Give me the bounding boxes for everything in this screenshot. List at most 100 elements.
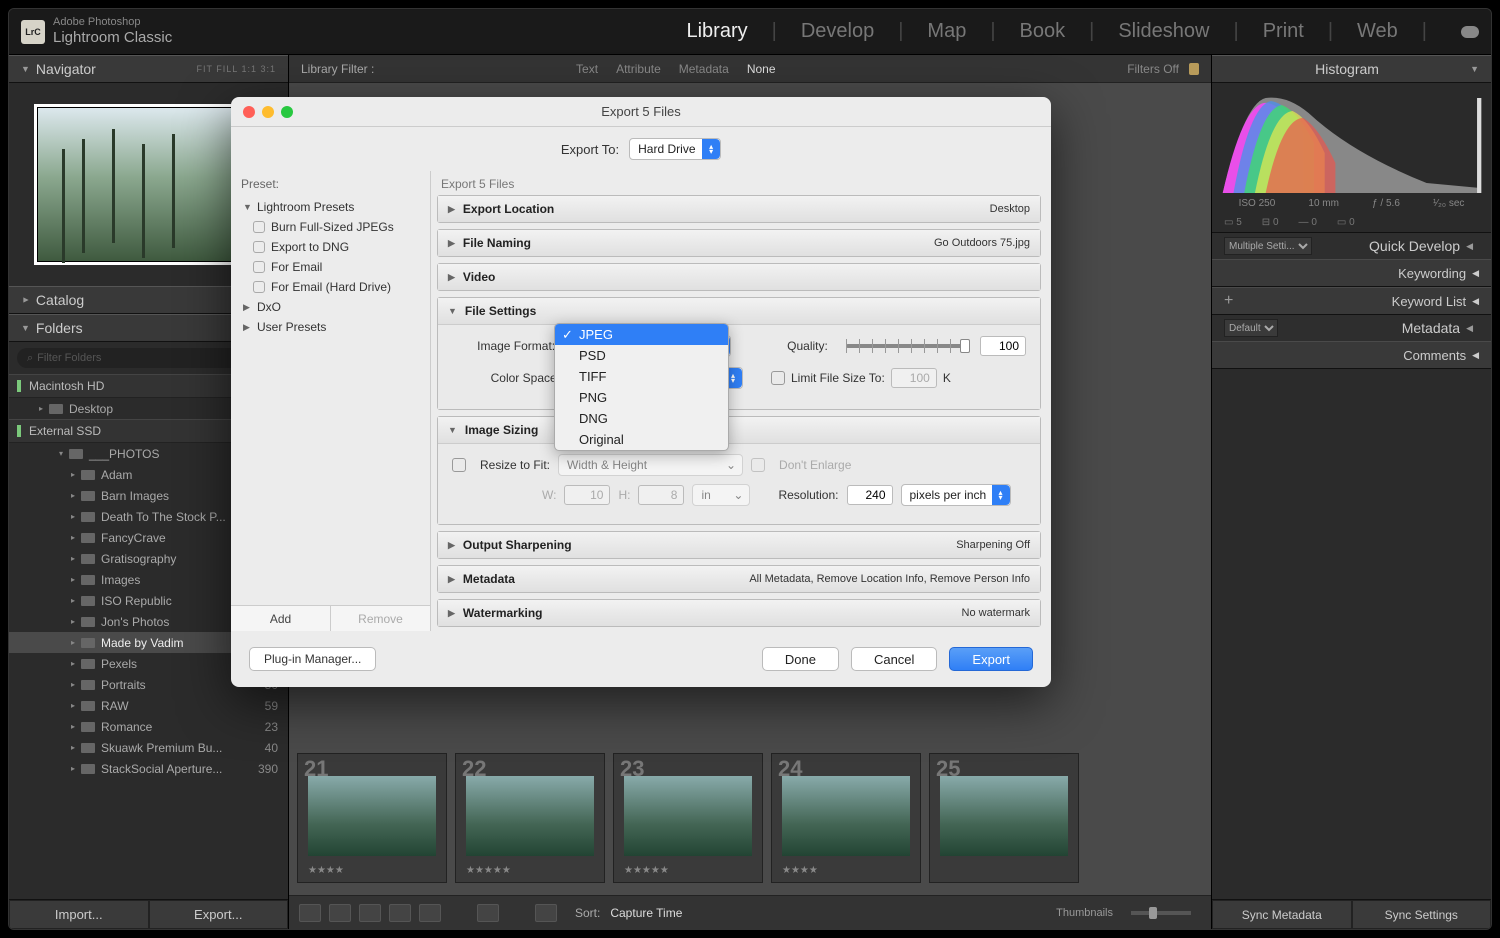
rating-stars[interactable]: ★★★★ <box>782 865 818 876</box>
keyword-list-header[interactable]: + Keyword List ◀ <box>1212 287 1491 315</box>
lock-icon[interactable] <box>1189 63 1199 75</box>
slider-knob[interactable] <box>960 339 970 353</box>
export-button[interactable]: Export... <box>149 900 289 929</box>
cancel-button[interactable]: Cancel <box>851 647 937 671</box>
export-button[interactable]: Export <box>949 647 1033 671</box>
dialog-title: Export 5 Files <box>231 104 1051 119</box>
preset-add-button[interactable]: Add <box>231 606 331 631</box>
section-header[interactable]: ▼ File Settings <box>438 298 1040 324</box>
preset-buttons: Add Remove <box>231 605 430 631</box>
sort-label: Sort: <box>575 906 600 920</box>
chevron-left-icon: ◀ <box>1472 350 1479 361</box>
sort-direction-icon[interactable] <box>535 904 557 922</box>
cloud-icon[interactable] <box>1461 26 1479 38</box>
quality-slider[interactable] <box>846 344 970 348</box>
module-library[interactable]: Library <box>686 20 747 43</box>
folder-row[interactable]: ▸Romance23 <box>9 716 288 737</box>
add-icon[interactable]: + <box>1224 292 1233 310</box>
checkbox-icon[interactable] <box>253 221 265 233</box>
dropdown-option[interactable]: JPEG <box>555 324 728 345</box>
chevron-left-icon[interactable]: ◀ <box>1466 241 1473 252</box>
module-slideshow[interactable]: Slideshow <box>1118 20 1209 43</box>
filters-off-menu[interactable]: Filters Off <box>1127 62 1179 76</box>
thumbnail-size-slider[interactable] <box>1131 911 1191 915</box>
navigator-header[interactable]: ▼ Navigator FIT FILL 1:1 3:1 <box>9 55 288 83</box>
section-header[interactable]: ▶ Video <box>438 264 1040 290</box>
module-map[interactable]: Map <box>927 20 966 43</box>
loupe-view-icon[interactable] <box>329 904 351 922</box>
sync-metadata-button[interactable]: Sync Metadata <box>1212 900 1352 929</box>
preset-group[interactable]: ▼Lightroom Presets <box>239 197 422 217</box>
section-header[interactable]: ▶ Export Location Desktop <box>438 196 1040 222</box>
export-to-select[interactable]: Hard Drive ▴▾ <box>629 138 721 160</box>
chevron-right-icon: ▸ <box>39 404 49 413</box>
sync-settings-button[interactable]: Sync Settings <box>1352 900 1492 929</box>
comments-header[interactable]: Comments ◀ <box>1212 341 1491 369</box>
filter-tab-metadata[interactable]: Metadata <box>679 62 729 76</box>
filter-tab-attribute[interactable]: Attribute <box>616 62 661 76</box>
survey-view-icon[interactable] <box>389 904 411 922</box>
done-button[interactable]: Done <box>762 647 839 671</box>
preset-item[interactable]: Burn Full-Sized JPEGs <box>239 217 422 237</box>
histogram-header[interactable]: Histogram ▼ <box>1212 55 1491 83</box>
image-sizing-body: Resize to Fit: Width & Height⌄ Don't Enl… <box>438 443 1040 524</box>
dropdown-option[interactable]: DNG <box>555 408 728 429</box>
checkbox-icon[interactable] <box>253 281 265 293</box>
preset-item[interactable]: For Email <box>239 257 422 277</box>
section-video: ▶ Video <box>437 263 1041 291</box>
preset-select[interactable]: Multiple Setti... <box>1224 237 1312 255</box>
plugin-manager-button[interactable]: Plug-in Manager... <box>249 647 376 671</box>
filter-tab-text[interactable]: Text <box>576 62 598 76</box>
dropdown-option[interactable]: Original <box>555 429 728 450</box>
compare-view-icon[interactable] <box>359 904 381 922</box>
grid-view-icon[interactable] <box>299 904 321 922</box>
rating-stars[interactable]: ★★★★★ <box>624 865 669 876</box>
people-view-icon[interactable] <box>419 904 441 922</box>
section-header[interactable]: ▶ Watermarking No watermark <box>438 600 1040 626</box>
resolution-input[interactable] <box>847 485 893 505</box>
section-header[interactable]: ▶ Output Sharpening Sharpening Off <box>438 532 1040 558</box>
rating-stars[interactable]: ★★★★★ <box>466 865 511 876</box>
quality-input[interactable] <box>980 336 1026 356</box>
checkbox-icon[interactable] <box>253 241 265 253</box>
preset-item[interactable]: For Email (Hard Drive) <box>239 277 422 297</box>
folder-row[interactable]: ▸Skuawk Premium Bu...40 <box>9 737 288 758</box>
navigator-zoom-opts[interactable]: FIT FILL 1:1 3:1 <box>196 64 276 74</box>
thumbnail[interactable]: 24★★★★ <box>771 753 921 883</box>
folder-row[interactable]: ▸StackSocial Aperture...390 <box>9 758 288 779</box>
checkbox-icon[interactable] <box>253 261 265 273</box>
section-header[interactable]: ▶ File Naming Go Outdoors 75.jpg <box>438 230 1040 256</box>
import-button[interactable]: Import... <box>9 900 149 929</box>
section-title: Video <box>463 270 495 284</box>
metadata-preset-select[interactable]: Default <box>1224 319 1278 337</box>
preset-item[interactable]: Export to DNG <box>239 237 422 257</box>
thumbnail[interactable]: 23★★★★★ <box>613 753 763 883</box>
resize-checkbox[interactable] <box>452 458 466 472</box>
resolution-unit-select[interactable]: pixels per inch▴▾ <box>901 484 1011 506</box>
chevron-left-icon[interactable]: ◀ <box>1466 323 1473 334</box>
rating-stars[interactable]: ★★★★ <box>308 865 344 876</box>
thumbnail[interactable]: 21★★★★ <box>297 753 447 883</box>
module-develop[interactable]: Develop <box>801 20 874 43</box>
sort-value[interactable]: Capture Time <box>610 906 682 920</box>
module-book[interactable]: Book <box>1020 20 1066 43</box>
section-header[interactable]: ▼ Image Sizing <box>438 417 1040 443</box>
preset-group[interactable]: ▶User Presets <box>239 317 422 337</box>
painter-icon[interactable] <box>477 904 499 922</box>
preset-group[interactable]: ▶DxO <box>239 297 422 317</box>
right-panel: Histogram ▼ ISO 250 10 mm ƒ / 5.6 ¹⁄₂ <box>1211 55 1491 929</box>
histogram-display[interactable] <box>1212 83 1491 193</box>
keywording-header[interactable]: Keywording ◀ <box>1212 259 1491 287</box>
dropdown-option[interactable]: PSD <box>555 345 728 366</box>
thumbnail[interactable]: 22★★★★★ <box>455 753 605 883</box>
folder-icon <box>81 638 95 648</box>
section-header[interactable]: ▶ Metadata All Metadata, Remove Location… <box>438 566 1040 592</box>
filter-tab-none[interactable]: None <box>747 62 776 76</box>
module-print[interactable]: Print <box>1263 20 1304 43</box>
module-web[interactable]: Web <box>1357 20 1398 43</box>
limit-filesize-checkbox[interactable] <box>771 371 785 385</box>
folder-row[interactable]: ▸RAW59 <box>9 695 288 716</box>
dropdown-option[interactable]: PNG <box>555 387 728 408</box>
dropdown-option[interactable]: TIFF <box>555 366 728 387</box>
thumbnail[interactable]: 25 <box>929 753 1079 883</box>
